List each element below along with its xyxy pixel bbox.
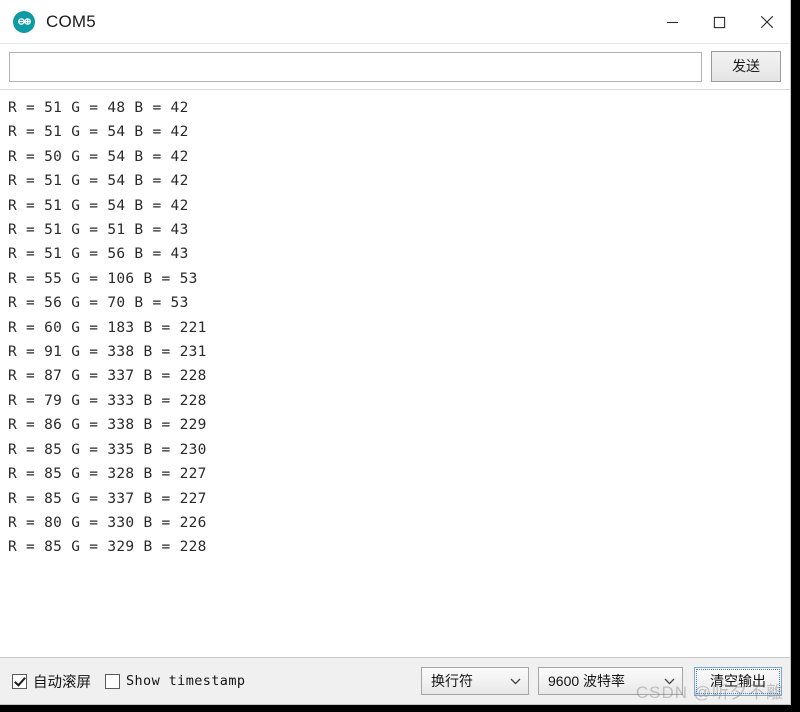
newline-select[interactable]: 换行符 bbox=[421, 667, 529, 695]
baud-rate-select[interactable]: 9600 波特率 bbox=[538, 667, 683, 695]
output-line: R = 85 G = 328 B = 227 bbox=[8, 466, 207, 483]
command-input[interactable] bbox=[9, 51, 702, 82]
status-bar-controls: 换行符 9600 波特率 清空输出 bbox=[412, 666, 782, 696]
output-line: R = 51 G = 54 B = 42 bbox=[8, 197, 189, 214]
close-button[interactable] bbox=[743, 0, 790, 44]
minimize-button[interactable] bbox=[649, 0, 696, 44]
maximize-button[interactable] bbox=[696, 0, 743, 44]
show-timestamp-checkbox[interactable]: Show timestamp bbox=[105, 673, 245, 689]
output-line: R = 51 G = 54 B = 42 bbox=[8, 124, 189, 141]
window-controls bbox=[649, 0, 790, 44]
chevron-down-icon bbox=[510, 678, 521, 685]
title-bar: COM5 bbox=[0, 0, 790, 44]
output-line: R = 51 G = 51 B = 43 bbox=[8, 222, 189, 239]
send-row: 发送 bbox=[0, 44, 790, 90]
output-line: R = 86 G = 338 B = 229 bbox=[8, 417, 207, 434]
checkbox-checked-icon bbox=[12, 673, 27, 689]
output-line: R = 87 G = 337 B = 228 bbox=[8, 368, 207, 385]
newline-select-value: 换行符 bbox=[431, 673, 473, 689]
output-line: R = 91 G = 338 B = 231 bbox=[8, 344, 207, 361]
autoscroll-checkbox[interactable]: 自动滚屏 bbox=[12, 671, 91, 692]
clear-output-button[interactable]: 清空输出 bbox=[694, 666, 782, 696]
checkbox-unchecked-icon bbox=[105, 673, 120, 689]
output-line: R = 85 G = 329 B = 228 bbox=[8, 539, 207, 556]
output-line: R = 60 G = 183 B = 221 bbox=[8, 319, 207, 336]
output-line: R = 51 G = 54 B = 42 bbox=[8, 173, 189, 190]
autoscroll-label: 自动滚屏 bbox=[33, 674, 91, 691]
send-button[interactable]: 发送 bbox=[711, 51, 781, 82]
output-line: R = 85 G = 335 B = 230 bbox=[8, 441, 207, 458]
output-line: R = 79 G = 333 B = 228 bbox=[8, 392, 207, 409]
output-line: R = 56 G = 70 B = 53 bbox=[8, 295, 189, 312]
output-line: R = 85 G = 337 B = 227 bbox=[8, 490, 207, 507]
output-line: R = 51 G = 48 B = 42 bbox=[8, 100, 189, 116]
serial-monitor-window: COM5 发送 R = 51 G = 48 B = 42 R = 51 G = … bbox=[0, 0, 791, 705]
baud-rate-select-value: 9600 波特率 bbox=[548, 673, 626, 689]
output-line: R = 55 G = 106 B = 53 bbox=[8, 270, 198, 287]
output-line: R = 51 G = 56 B = 43 bbox=[8, 246, 189, 263]
arduino-logo-icon bbox=[13, 10, 35, 33]
window-title: COM5 bbox=[46, 11, 96, 31]
output-line: R = 80 G = 330 B = 226 bbox=[8, 514, 207, 531]
status-bar: 自动滚屏 Show timestamp 换行符 9600 波特率 清空输出 CS… bbox=[0, 657, 790, 704]
serial-output-area[interactable]: R = 51 G = 48 B = 42 R = 51 G = 54 B = 4… bbox=[0, 90, 790, 657]
show-timestamp-label: Show timestamp bbox=[126, 673, 246, 689]
chevron-down-icon bbox=[664, 678, 675, 685]
output-line: R = 50 G = 54 B = 42 bbox=[8, 148, 189, 165]
